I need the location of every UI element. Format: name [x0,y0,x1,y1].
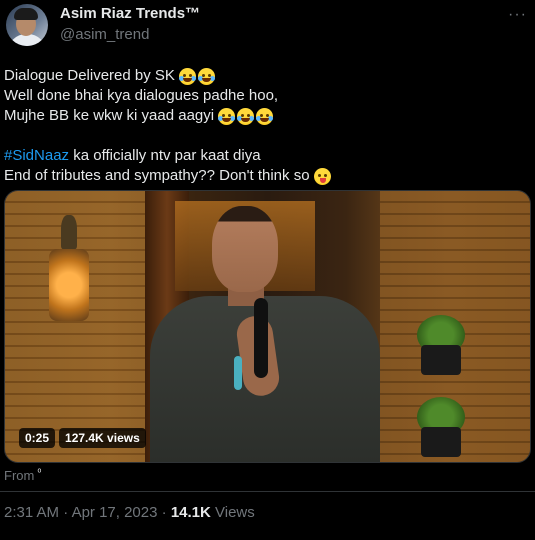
tweet-time[interactable]: 2:31 AM [4,504,59,521]
video-duration: 0:25 [19,428,56,448]
tweet-line-2: Well done bhai kya dialogues padhe hoo, [4,86,529,106]
tweet-line-2-text: Well done bhai kya dialogues padhe hoo, [4,87,279,104]
microphone [254,298,268,378]
meta-separator: · [63,504,69,521]
tweet-line-4-text: ka officially ntv par kaat diya [69,147,261,164]
from-attribution[interactable]: From ⁰ [4,468,41,483]
tweet-line-5-text: End of tributes and sympathy?? Don't thi… [4,167,310,184]
tweet-text: Dialogue Delivered by SK Well done bhai … [4,66,529,186]
from-label: From [4,468,35,483]
avatar[interactable] [6,4,48,46]
joy-emoji [218,107,236,125]
tweet: Asim Riaz Trends™ @asim_trend ··· Dialog… [0,0,535,540]
plant-pot [421,427,461,457]
author-handle[interactable]: @asim_trend [60,26,149,43]
joy-emoji [256,107,274,125]
lamp-top [61,215,77,249]
more-horizontal-icon[interactable]: ··· [508,6,527,24]
video-person [150,206,380,462]
tweet-line-gap [4,126,529,146]
avatar-hair [14,8,38,20]
author-display-name[interactable]: Asim Riaz Trends™ [60,5,200,22]
tweet-line-1: Dialogue Delivered by SK [4,66,529,86]
tweet-meta: 2:31 AM · Apr 17, 2023 · 14.1K Views [4,504,255,521]
video-views: 127.4K views [59,428,146,448]
lamp-shade [49,249,89,321]
divider [0,491,535,492]
tweet-line-3-text: Mujhe BB ke wkw ki yaad aagyi [4,107,215,124]
hashtag-link[interactable]: #SidNaaz [4,146,69,166]
joy-emoji [237,107,255,125]
person-head [212,206,278,292]
plant-pot [421,345,461,375]
rofl-emoji [197,67,215,85]
lamp-image [49,215,89,335]
rofl-emoji [178,67,196,85]
views-count[interactable]: 14.1K [171,504,211,521]
meta-separator: · [161,504,167,521]
winking-tongue-emoji [313,167,331,185]
views-label: Views [215,504,255,521]
tweet-line-3: Mujhe BB ke wkw ki yaad aagyi [4,106,529,126]
tweet-line-4: #SidNaaz ka officially ntv par kaat diya [4,146,529,166]
source-icon: ⁰ [37,468,42,479]
video-player[interactable]: 0:25 127.4K views [4,190,531,463]
tweet-line-5: End of tributes and sympathy?? Don't thi… [4,166,529,186]
tweet-date[interactable]: Apr 17, 2023 [72,504,158,521]
video-badges: 0:25 127.4K views [19,428,146,448]
tweet-line-1-text: Dialogue Delivered by SK [4,67,175,84]
person-bracelet [234,356,242,390]
